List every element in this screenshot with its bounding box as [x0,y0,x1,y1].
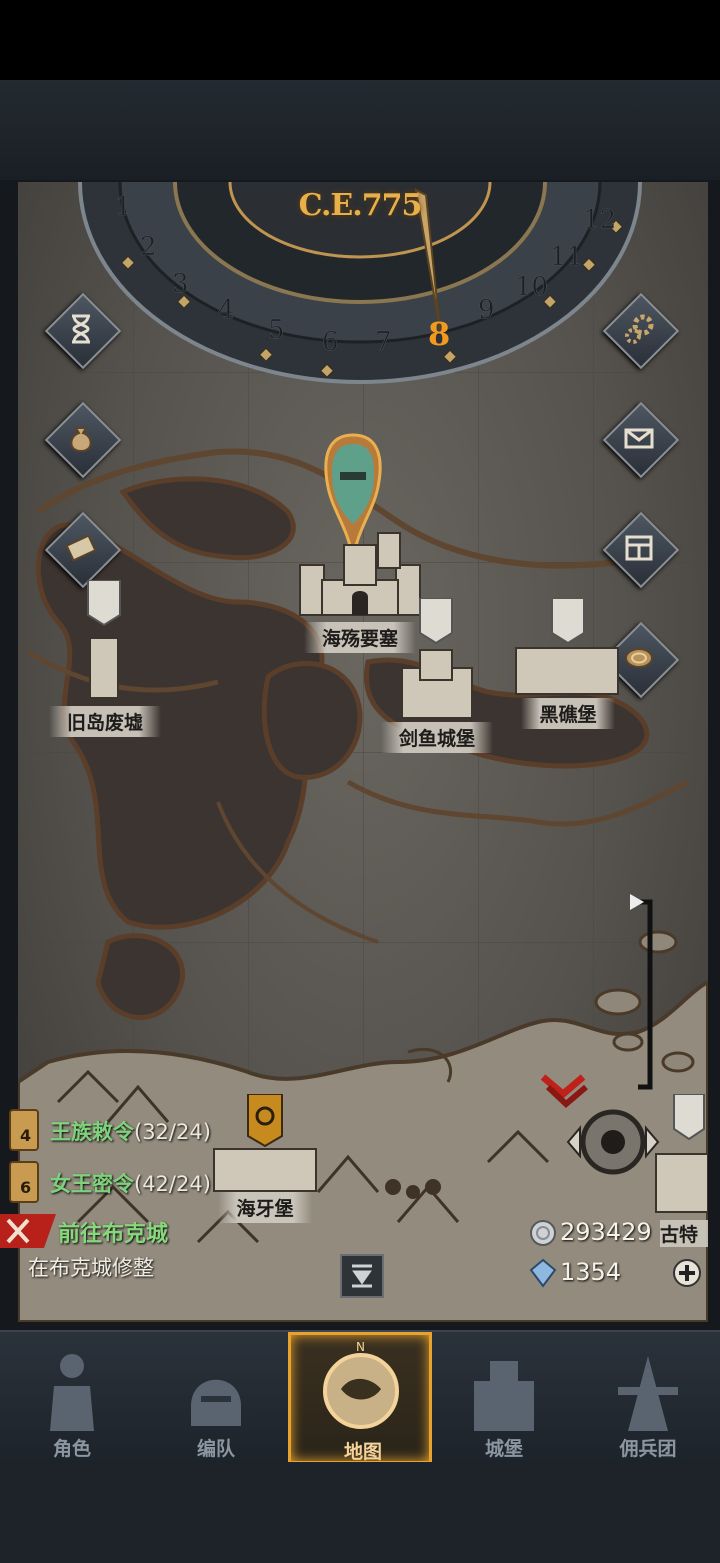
quest-title-line: 王族敕令(32/24) [50,1116,211,1146]
coin-icon [625,648,653,668]
month-2: 2 [140,232,157,262]
travel-button[interactable]: 前往布克城 [0,1212,200,1248]
tab-label: 佣兵团 [619,1438,677,1460]
month-9: 9 [478,295,495,325]
tab-castle[interactable]: 城堡 [432,1332,576,1464]
quest-title: 王族敕令 [50,1120,134,1144]
place-jian-yu[interactable]: 剑鱼城堡 [362,722,512,753]
money-bag-button[interactable] [44,401,122,479]
silver-icon [530,1220,556,1246]
money-bag-icon [70,427,92,453]
place-gu-te[interactable]: 古特 [660,1220,708,1247]
collapse-icon [352,1264,372,1288]
month-6: 6 [322,327,339,357]
quest-title-line: 女王密令(42/24) [50,1168,211,1198]
hourglass-button[interactable] [44,292,122,370]
collapse-button[interactable] [340,1254,384,1298]
quest-badge: 6 [20,1178,32,1197]
hourglass-icon [72,314,90,344]
tab-label: 编队 [196,1438,235,1460]
silver-amount: 293429 [560,1218,652,1246]
gem-amount: 1354 [560,1258,622,1286]
quest-count: (32/24) [134,1120,211,1144]
fortress-icon [401,598,473,719]
bottom-bar [0,1462,720,1563]
crossed-swords-icon [0,1214,56,1248]
quest-badge: 4 [20,1126,32,1145]
current-month: 8 [428,315,450,353]
calendar-year: C.E.775 [298,188,423,223]
tab-label: 角色 [52,1438,91,1460]
gem-icon [529,1258,557,1288]
scroll-map-button[interactable] [44,511,122,589]
helmet-icon [191,1379,241,1426]
settings-button[interactable] [602,292,680,370]
ledger-icon [625,535,653,561]
month-12: 12 [583,205,616,235]
compass-map-icon: N [323,1340,399,1429]
gear-icon [625,314,654,344]
tab-label: 城堡 [484,1438,523,1460]
place-label: 黑礁堡 [521,698,615,729]
bottom-nav: 角色 编队 N 地图 城堡 佣兵团 [0,1330,720,1464]
place-label: 旧岛废墟 [48,706,161,737]
tab-mercenary[interactable]: 佣兵团 [576,1332,720,1464]
quest-title: 女王密令 [50,1172,134,1196]
ledger-button[interactable] [602,511,680,589]
tab-formation[interactable]: 编队 [144,1332,288,1464]
mail-button[interactable] [602,401,680,479]
month-7: 7 [375,327,392,357]
tab-map[interactable]: N 地图 [288,1332,432,1464]
keep-icon [515,598,619,695]
place-label: 剑鱼城堡 [380,722,493,753]
place-hai-ya[interactable]: 海牙堡 [205,1192,325,1223]
travel-status: 在布克城修整 [28,1256,154,1280]
place-jiu-dao[interactable]: 旧岛废墟 [40,706,170,737]
knight-icon [50,1354,94,1431]
compass-letter: N [356,1340,365,1354]
tower-icon [87,580,121,699]
month-1: 1 [115,192,132,222]
add-gems-button[interactable] [672,1258,702,1288]
scroll-map-icon [65,534,97,562]
mercenary-icon [618,1356,678,1431]
gu-te-castle-icon [655,1094,708,1213]
castle-nav-icon [474,1361,534,1431]
tab-character[interactable]: 角色 [0,1332,144,1464]
month-10: 10 [515,272,548,302]
month-11: 11 [550,242,583,272]
month-4: 4 [218,295,235,325]
place-label: 海牙堡 [218,1192,312,1223]
quest-count: (42/24) [134,1172,211,1196]
place-hei-jiao[interactable]: 黑礁堡 [500,698,636,729]
tab-label: 地图 [343,1441,382,1463]
month-5: 5 [268,315,285,345]
mail-icon [624,428,654,449]
month-3: 3 [172,269,189,299]
hai-ya-castle-icon [213,1094,317,1192]
travel-label: 前往布克城 [58,1222,169,1247]
